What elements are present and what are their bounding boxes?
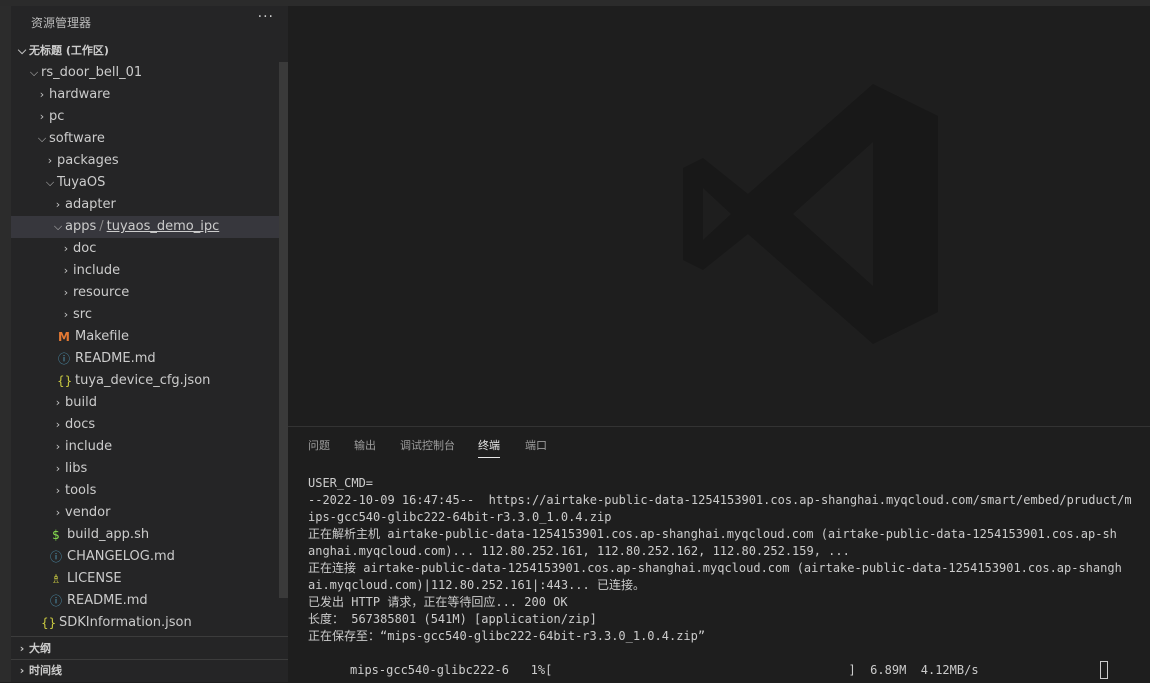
vscode-logo-watermark <box>683 84 938 344</box>
terminal-line: --2022-10-09 16:47:45-- https://airtake-… <box>308 493 1132 507</box>
terminal-line: 已发出 HTTP 请求，正在等待回应... 200 OK <box>308 595 568 609</box>
chevron-right-icon: › <box>55 506 61 519</box>
chevron-right-icon: › <box>55 198 61 211</box>
info-icon: ⓘ <box>57 352 70 366</box>
outline-section-header[interactable]: › 大纲 <box>11 638 292 660</box>
chevron-right-icon: › <box>55 418 61 431</box>
tree-item-software[interactable]: ⌵ software <box>11 128 312 150</box>
editor-area[interactable] <box>288 6 1150 426</box>
chevron-right-icon: › <box>63 242 69 255</box>
makefile-icon: M <box>58 330 70 344</box>
chevron-right-icon: › <box>55 396 61 409</box>
download-progress-line: mips-gcc540-glibc222-6 1%[ ] 6.89M 4.12M… <box>350 663 979 677</box>
tab-terminal[interactable]: 终端 <box>478 437 500 458</box>
chevron-right-icon: › <box>55 484 61 497</box>
explorer-sidebar: 资源管理器 ··· ⌵ 无标题 (工作区) ⌵ rs_door_bell_01 › h… <box>11 6 328 682</box>
tab-problems[interactable]: 问题 <box>308 437 330 453</box>
json-icon: {} <box>41 616 57 630</box>
explorer-title: 资源管理器 <box>31 16 92 30</box>
terminal-line: USER_CMD= <box>308 476 374 490</box>
chevron-right-icon: › <box>63 286 69 299</box>
chevron-right-icon: › <box>55 462 61 475</box>
tree-item-pc[interactable]: › pc <box>11 106 312 128</box>
compact-folder-child[interactable]: tuyaos_demo_ipc <box>107 219 220 234</box>
path-separator: / <box>99 219 104 234</box>
json-icon: {} <box>57 374 73 388</box>
chevron-right-icon: › <box>39 110 45 123</box>
tree-item-packages[interactable]: › packages <box>11 150 320 172</box>
info-icon: ⓘ <box>49 594 62 608</box>
terminal-line: ips-gcc540-glibc222-64bit-r3.3.0_1.0.4.z… <box>308 510 612 524</box>
chevron-right-icon: › <box>63 264 69 277</box>
tab-debug-console[interactable]: 调试控制台 <box>400 437 455 453</box>
tree-item-rs-door-bell[interactable]: ⌵ rs_door_bell_01 <box>11 62 304 84</box>
shell-icon: $ <box>52 528 60 542</box>
chevron-right-icon: › <box>63 308 69 321</box>
terminal-line: anghai.myqcloud.com)... 112.80.252.161, … <box>308 544 850 558</box>
terminal-line: 正在连接 airtake-public-data-1254153901.cos.… <box>308 561 1122 575</box>
tree-item-tuyaos[interactable]: ⌵ TuyaOS <box>11 172 320 194</box>
info-icon: ⓘ <box>49 550 62 564</box>
more-actions-icon[interactable]: ··· <box>258 9 274 25</box>
chevron-down-icon: ⌵ <box>53 220 63 233</box>
chevron-down-icon: ⌵ <box>29 66 39 79</box>
activity-bar <box>0 6 11 682</box>
chevron-right-icon: › <box>55 440 61 453</box>
tab-ports[interactable]: 端口 <box>525 437 547 453</box>
sidebar-scrollbar[interactable] <box>279 62 288 598</box>
terminal-cursor <box>1100 661 1108 679</box>
terminal-line: ai.myqcloud.com)|112.80.252.161|:443... … <box>308 578 645 592</box>
timeline-section-header[interactable]: › 时间线 <box>11 660 292 682</box>
chevron-down-icon: ⌵ <box>37 132 47 145</box>
terminal-line: 正在保存至：“mips-gcc540-glibc222-64bit-r3.3.0… <box>308 629 706 643</box>
terminal-line: 长度： 567385801 (541M) [application/zip] <box>308 612 597 626</box>
terminal-line: 正在解析主机 airtake-public-data-1254153901.co… <box>308 527 1117 541</box>
bottom-panel: 问题 输出 调试控制台 终端 端口 USER_CMD= --2022-10-09… <box>288 426 1150 683</box>
chevron-right-icon: › <box>19 664 25 677</box>
section-divider <box>11 636 288 637</box>
chevron-down-icon: ⌵ <box>45 176 55 189</box>
tab-output[interactable]: 输出 <box>354 437 376 453</box>
tree-item-sdkinformation[interactable]: {} SDKInformation.json <box>11 612 318 634</box>
chevron-right-icon: › <box>47 154 53 167</box>
license-icon: ♗ <box>50 572 62 586</box>
chevron-right-icon: › <box>39 88 45 101</box>
chevron-down-icon: ⌵ <box>17 44 27 57</box>
terminal-output[interactable]: USER_CMD= --2022-10-09 16:47:45-- https:… <box>308 475 1138 645</box>
tree-item-hardware[interactable]: › hardware <box>11 84 312 106</box>
chevron-right-icon: › <box>19 642 25 655</box>
workspace-section-header[interactable]: ⌵ 无标题 (工作区) <box>11 40 292 62</box>
